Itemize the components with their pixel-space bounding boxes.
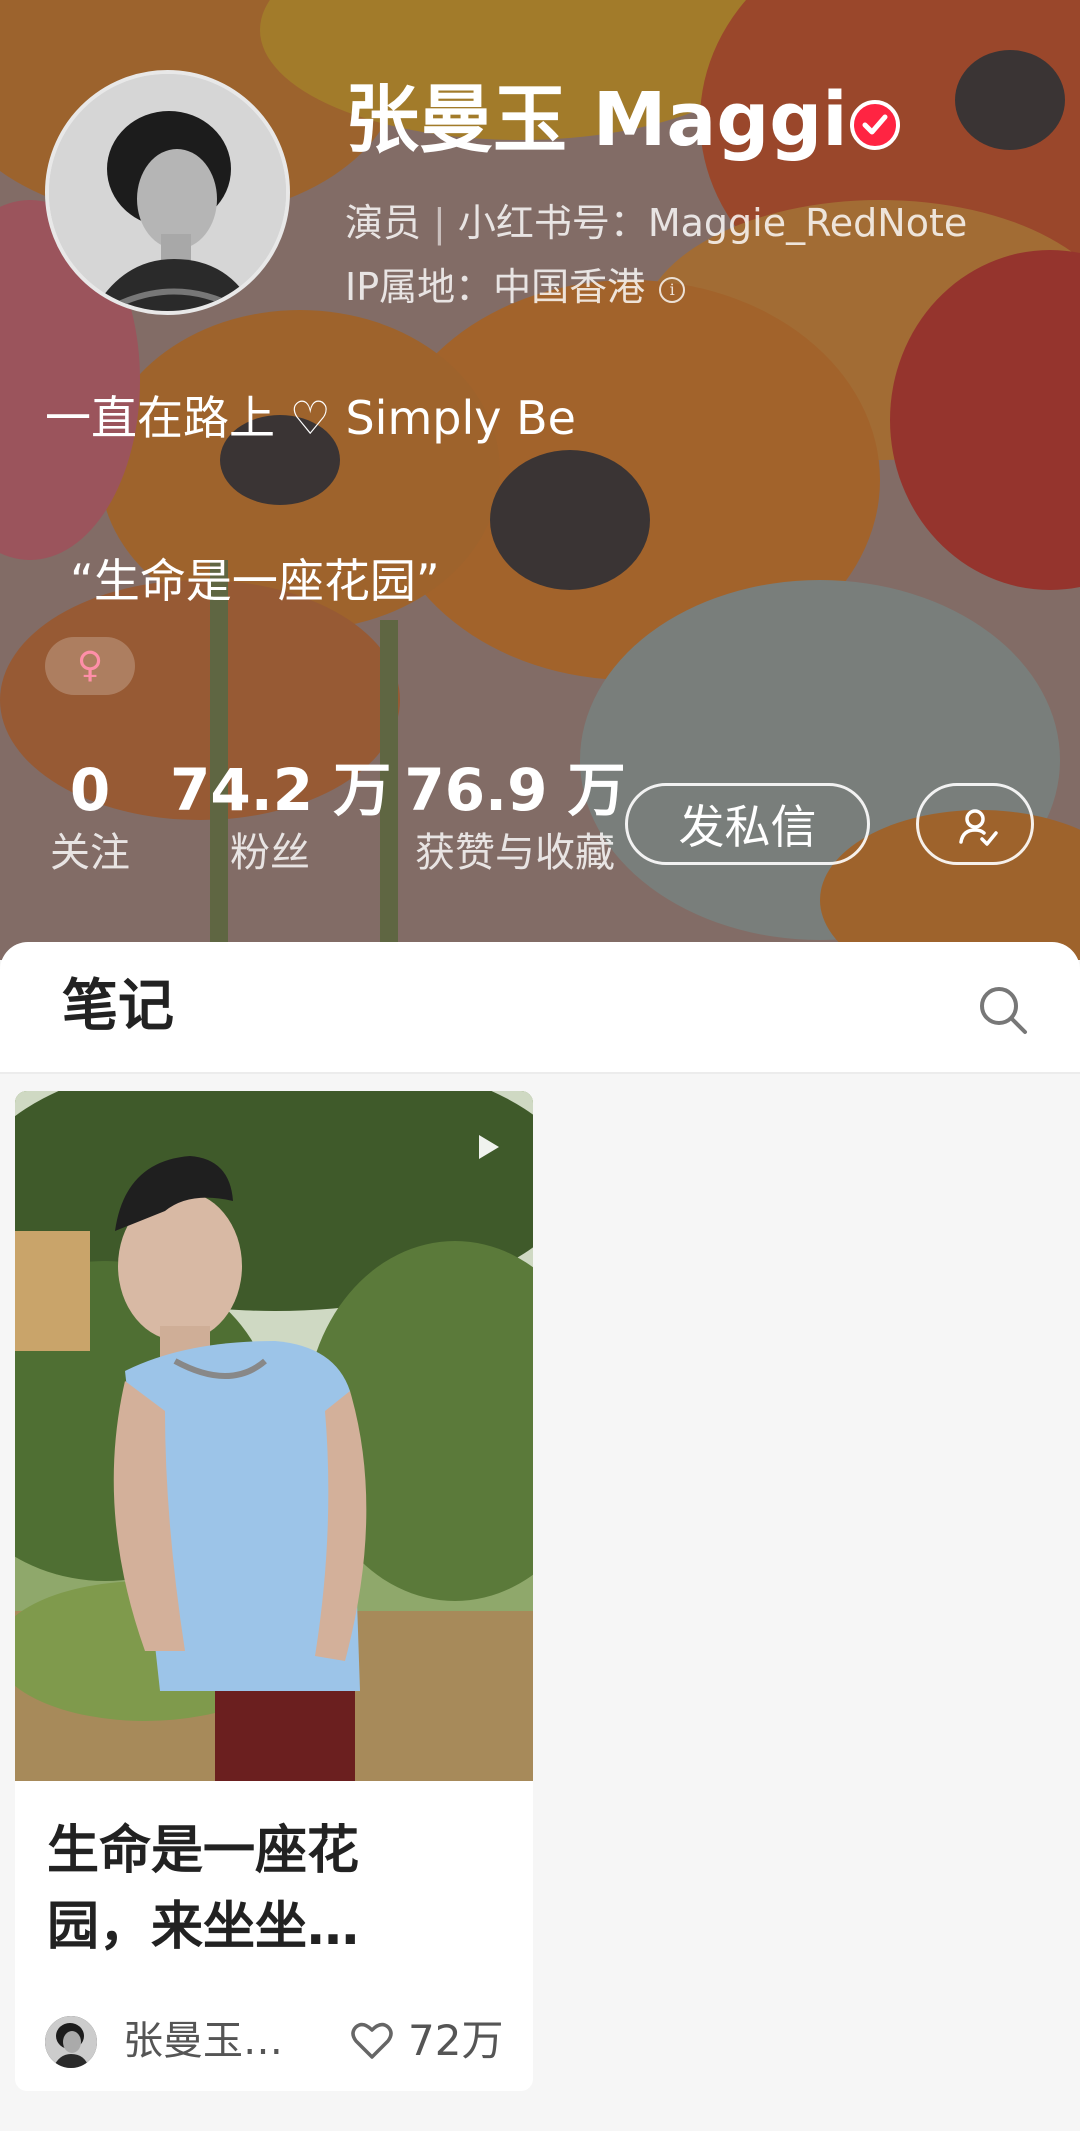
search-button[interactable] [975,982,1031,1038]
profile-header: 张曼玉 Maggie 演员 | 小红书号：Maggie_RedNote IP属地：中… [0,0,1080,960]
avatar[interactable] [45,70,290,315]
note-cover-image[interactable] [15,1091,533,1781]
profile-redbook-id[interactable]: 小红书号：Maggie_RedNote [458,201,967,245]
stat-likes-saves-value: 76.9 万 [404,756,626,824]
like-count: 72万 [408,2016,504,2065]
ip-location-line: IP属地：中国香港 i [345,262,686,312]
note-title-line-2: 园，来坐坐… [47,1897,360,1957]
follow-button[interactable] [916,783,1034,865]
video-play-icon [479,1135,499,1159]
stat-followers-label: 粉丝 [230,830,310,876]
stat-following[interactable]: 0 关注 [45,755,135,881]
profile-meta-line: 演员 | 小红书号：Maggie_RedNote [345,198,967,248]
note-card[interactable]: 生命是一座花 园，来坐坐… 张曼玉… 72万 [15,1091,533,2091]
like-button[interactable] [350,2021,394,2065]
stat-followers-value: 74.2 万 [170,756,392,824]
note-title-line-1: 生命是一座花 [47,1821,360,1881]
verified-badge-icon [850,100,900,150]
profile-role: 演员 [345,201,422,245]
stat-followers[interactable]: 74.2 万 粉丝 [170,755,392,881]
avatar-portrait-image [49,74,286,311]
tab-notes[interactable]: 笔记 [62,972,174,1042]
stat-likes-saves-label: 获赞与收藏 [415,830,615,876]
profile-name: 张曼玉 Maggie [345,77,898,163]
search-icon [980,987,1027,1034]
bio-line-2: “生命是一座花园” [70,554,440,608]
user-check-icon [959,809,998,846]
send-message-button[interactable]: 发私信 [625,783,870,865]
notes-feed: 生命是一座花 园，来坐坐… 张曼玉… 72万 [0,1074,1080,2131]
profile-page: 张曼玉 Maggie 演员 | 小红书号：Maggie_RedNote IP属地：中… [0,0,1080,2131]
stat-likes-saves[interactable]: 76.9 万 获赞与收藏 [395,755,635,881]
ip-location: IP属地：中国香港 [345,265,646,309]
info-icon[interactable]: i [659,276,686,303]
stat-following-value: 0 [69,756,111,824]
note-title[interactable]: 生命是一座花 园，来坐坐… [47,1813,507,1965]
notes-tab-bar: 笔记 [0,942,1080,1074]
heart-icon [351,2022,393,2059]
meta-separator: | [433,201,446,245]
note-author-avatar[interactable] [45,2016,97,2068]
note-author-name[interactable]: 张曼玉… [123,2011,283,2071]
bio-line-1: 一直在路上 ♡ Simply Be [45,391,576,445]
stat-following-label: 关注 [50,830,130,876]
gender-female-icon: ♀ [45,637,135,695]
